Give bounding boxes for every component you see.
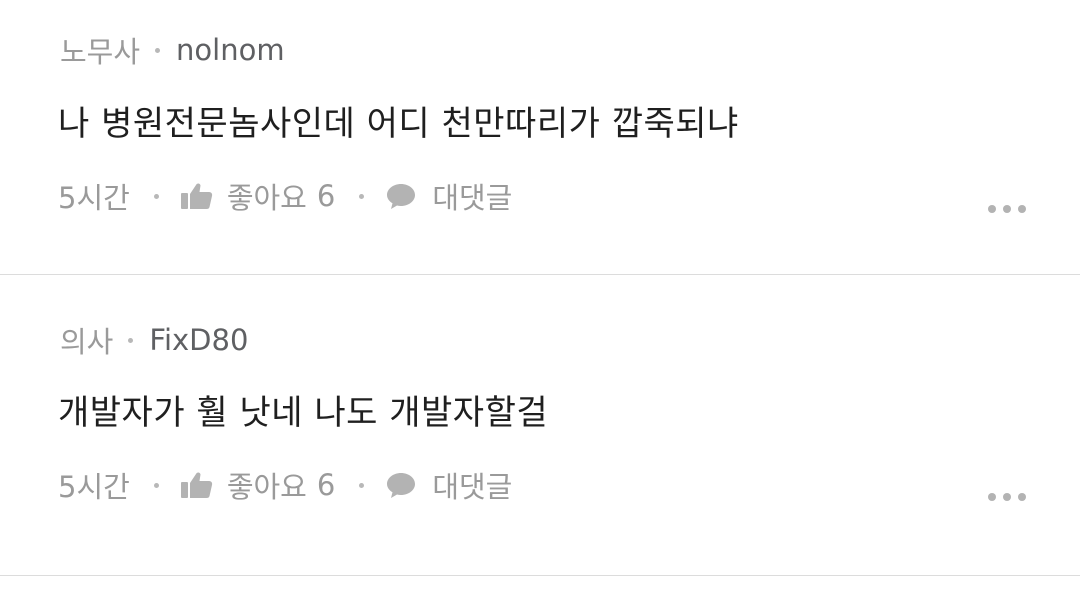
like-label: 좋아요 bbox=[226, 470, 307, 504]
comment-author: 노무사 nolnom bbox=[60, 30, 285, 70]
comment-actions: 5시간 좋아요 6 대댓글 bbox=[58, 176, 512, 216]
reply-button[interactable]: 대댓글 bbox=[386, 464, 512, 506]
speech-bubble-icon bbox=[386, 182, 416, 210]
reply-label: 대댓글 bbox=[432, 470, 513, 504]
author-nickname[interactable]: FixD80 bbox=[149, 323, 248, 357]
separator-dot bbox=[153, 482, 159, 488]
comment-time: 5시간 bbox=[58, 181, 130, 215]
comment-actions: 5시간 좋아요 6 대댓글 bbox=[58, 465, 512, 505]
more-horizontal-icon bbox=[1003, 493, 1011, 501]
more-horizontal-icon bbox=[1003, 205, 1011, 213]
comment-item: 의사 FixD80 개발자가 훨 낫네 나도 개발자할걸 5시간 좋아요 6 대… bbox=[0, 275, 1080, 576]
like-button[interactable]: 좋아요 6 bbox=[180, 464, 336, 506]
separator-dot bbox=[153, 193, 159, 199]
comment-author: 의사 FixD80 bbox=[60, 320, 248, 360]
author-job: 노무사 bbox=[60, 35, 141, 69]
thumbs-up-icon bbox=[180, 182, 213, 210]
comment-text: 나 병원전문놈사인데 어디 천만따리가 깝죽되냐 bbox=[58, 104, 739, 144]
separator-dot bbox=[155, 47, 161, 53]
more-horizontal-icon bbox=[1018, 205, 1026, 213]
reply-button[interactable]: 대댓글 bbox=[386, 175, 512, 217]
author-job: 의사 bbox=[60, 325, 114, 359]
like-count: 6 bbox=[316, 179, 336, 213]
separator-dot bbox=[128, 337, 134, 343]
separator-dot bbox=[359, 482, 365, 488]
comment-text: 개발자가 훨 낫네 나도 개발자할걸 bbox=[58, 393, 549, 433]
like-count: 6 bbox=[316, 468, 336, 502]
author-nickname[interactable]: nolnom bbox=[176, 33, 285, 67]
comment-item: 노무사 nolnom 나 병원전문놈사인데 어디 천만따리가 깝죽되냐 5시간 … bbox=[0, 0, 1080, 275]
more-horizontal-icon bbox=[988, 493, 996, 501]
separator-dot bbox=[359, 193, 365, 199]
more-options-button[interactable] bbox=[988, 199, 1026, 219]
speech-bubble-icon bbox=[386, 471, 416, 499]
reply-label: 대댓글 bbox=[432, 181, 513, 215]
more-horizontal-icon bbox=[1018, 493, 1026, 501]
like-button[interactable]: 좋아요 6 bbox=[180, 175, 336, 217]
more-horizontal-icon bbox=[988, 205, 996, 213]
thumbs-up-icon bbox=[180, 471, 213, 499]
more-options-button[interactable] bbox=[988, 487, 1026, 507]
comment-time: 5시간 bbox=[58, 470, 130, 504]
like-label: 좋아요 bbox=[226, 181, 307, 215]
